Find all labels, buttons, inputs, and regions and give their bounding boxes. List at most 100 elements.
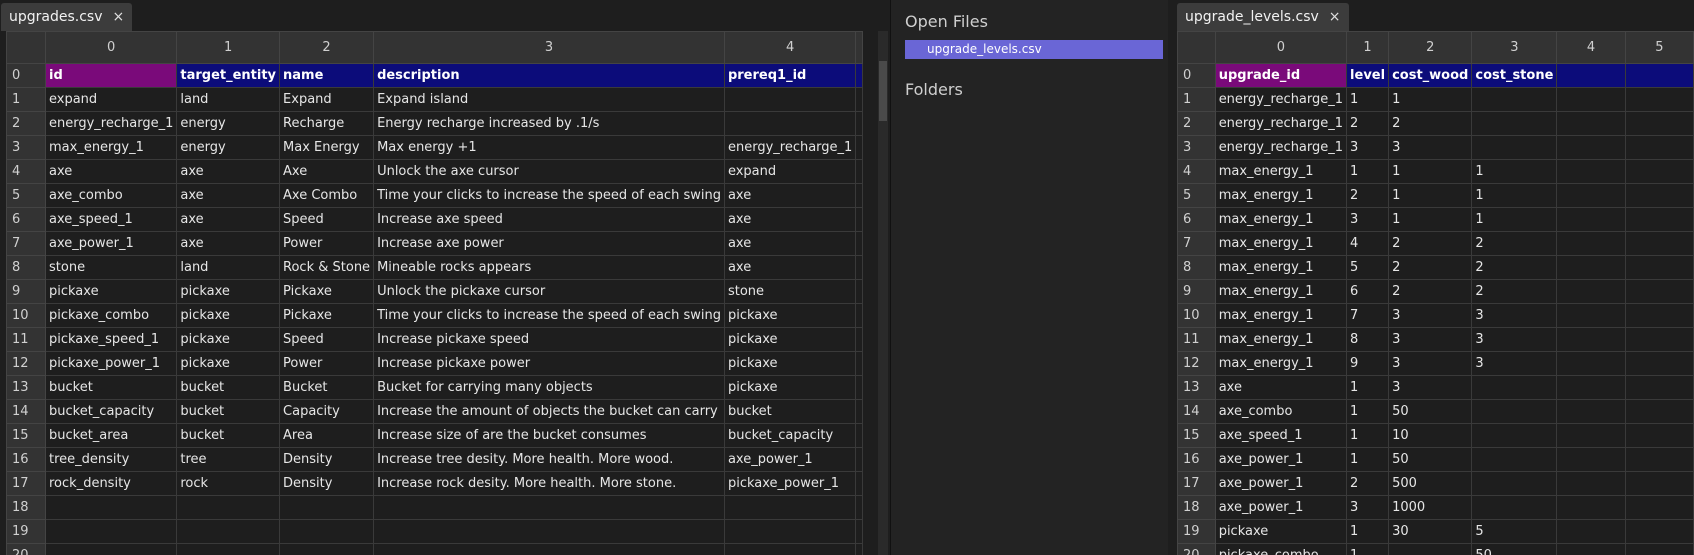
column-header-4[interactable]: 4: [1556, 31, 1626, 64]
grid-cell[interactable]: axe: [1214, 375, 1348, 400]
grid-cell[interactable]: axe_combo: [1214, 399, 1348, 424]
grid-cell[interactable]: Expand: [279, 87, 375, 112]
grid-cell[interactable]: [1624, 543, 1694, 555]
row-number[interactable]: 10: [1177, 303, 1216, 328]
row-number[interactable]: 5: [6, 183, 46, 208]
grid-cell[interactable]: [1624, 183, 1694, 208]
grid-cell[interactable]: energy_recharge_1: [44, 111, 178, 136]
grid-cell[interactable]: axe: [176, 207, 281, 232]
grid-cell[interactable]: pickaxe_power_1: [723, 471, 857, 496]
grid-cell[interactable]: 50: [1471, 543, 1558, 555]
grid-cell[interactable]: axe_combo: [44, 183, 178, 208]
grid-cell[interactable]: axe_speed_1: [44, 207, 178, 232]
grid-cell[interactable]: [1556, 279, 1626, 304]
grid-cell[interactable]: pickaxe: [723, 303, 857, 328]
grid-cell[interactable]: 1: [1346, 159, 1390, 184]
grid-cell[interactable]: max_energy_1: [1214, 255, 1348, 280]
grid-cell[interactable]: 1: [1388, 183, 1473, 208]
row-number[interactable]: 11: [6, 327, 46, 352]
tab-upgrade-levels-csv[interactable]: upgrade_levels.csv ×: [1177, 3, 1349, 31]
grid-cell[interactable]: axe: [723, 207, 857, 232]
grid-cell[interactable]: axe: [176, 183, 281, 208]
grid-cell[interactable]: [1556, 303, 1626, 328]
grid-cell[interactable]: 1000: [1388, 495, 1473, 520]
row-number[interactable]: 0: [6, 63, 46, 88]
grid-cell[interactable]: 6: [1346, 279, 1390, 304]
grid-cell[interactable]: [723, 495, 857, 520]
corner-cell[interactable]: [1177, 31, 1216, 64]
grid-cell[interactable]: rock: [176, 471, 281, 496]
row-number[interactable]: 13: [6, 375, 46, 400]
row-number[interactable]: 18: [1177, 495, 1216, 520]
grid-cell[interactable]: 1: [1346, 375, 1390, 400]
grid-cell[interactable]: 2: [1346, 111, 1390, 136]
grid-cell[interactable]: [1471, 111, 1558, 136]
row-number[interactable]: 19: [1177, 519, 1216, 544]
grid-cell[interactable]: expand: [44, 87, 178, 112]
grid-cell[interactable]: [1556, 471, 1626, 496]
row-number[interactable]: 7: [1177, 231, 1216, 256]
grid-cell[interactable]: [1624, 135, 1694, 160]
grid-cell[interactable]: max_energy_1: [1214, 207, 1348, 232]
grid-cell[interactable]: pickaxe: [176, 327, 281, 352]
column-header-3[interactable]: 3: [1471, 31, 1558, 64]
grid-cell[interactable]: Pickaxe: [279, 303, 375, 328]
grid-cell[interactable]: [44, 519, 178, 544]
grid-cell[interactable]: Capacity: [279, 399, 375, 424]
row-number[interactable]: 1: [1177, 87, 1216, 112]
grid-cell[interactable]: [1624, 63, 1694, 88]
grid-cell[interactable]: axe: [176, 231, 281, 256]
row-number[interactable]: 11: [1177, 327, 1216, 352]
grid-cell[interactable]: [723, 519, 857, 544]
grid-cell[interactable]: [1471, 87, 1558, 112]
grid-cell[interactable]: 1: [1346, 543, 1390, 555]
grid-cell[interactable]: 500: [1388, 471, 1473, 496]
grid-cell[interactable]: [1556, 375, 1626, 400]
grid-cell[interactable]: Time your clicks to increase the speed o…: [373, 303, 725, 328]
column-header-0[interactable]: 0: [44, 31, 178, 64]
grid-cell[interactable]: 3: [1471, 303, 1558, 328]
grid-cell[interactable]: Mineable rocks appears: [373, 255, 725, 280]
grid-cell[interactable]: bucket: [723, 399, 857, 424]
grid-cell[interactable]: [279, 495, 375, 520]
grid-cell[interactable]: bucket: [44, 375, 178, 400]
scrollbar-thumb[interactable]: [879, 61, 887, 121]
grid-cell[interactable]: Increase axe speed: [373, 207, 725, 232]
grid-cell[interactable]: max_energy_1: [1214, 231, 1348, 256]
row-number[interactable]: 2: [1177, 111, 1216, 136]
grid-cell[interactable]: bucket: [176, 375, 281, 400]
grid-cell[interactable]: tree_density: [44, 447, 178, 472]
grid-cell[interactable]: pickaxe_combo: [44, 303, 178, 328]
grid-cell[interactable]: [373, 543, 725, 555]
column-header-4[interactable]: 4: [723, 31, 857, 64]
row-number[interactable]: 18: [6, 495, 46, 520]
grid-cell[interactable]: pickaxe: [723, 375, 857, 400]
grid-cell[interactable]: 50: [1388, 447, 1473, 472]
grid-cell[interactable]: [1556, 495, 1626, 520]
row-number[interactable]: 14: [1177, 399, 1216, 424]
row-number[interactable]: 7: [6, 231, 46, 256]
grid-cell[interactable]: 3: [1388, 135, 1473, 160]
grid-cell[interactable]: pickaxe: [176, 279, 281, 304]
grid-cell[interactable]: [1624, 351, 1694, 376]
grid-cell[interactable]: 3: [1388, 375, 1473, 400]
column-header-2[interactable]: 2: [1388, 31, 1473, 64]
row-number[interactable]: 20: [1177, 543, 1216, 555]
grid-cell[interactable]: [44, 495, 178, 520]
grid-cell[interactable]: [1471, 447, 1558, 472]
grid-cell[interactable]: pickaxe: [44, 279, 178, 304]
grid-cell[interactable]: pickaxe: [176, 351, 281, 376]
grid-cell[interactable]: 3: [1346, 135, 1390, 160]
grid-cell[interactable]: [1624, 471, 1694, 496]
grid-cell[interactable]: 1: [1471, 207, 1558, 232]
grid-cell[interactable]: [279, 543, 375, 555]
grid-cell[interactable]: energy: [176, 135, 281, 160]
grid-cell[interactable]: axe_power_1: [1214, 495, 1348, 520]
tab-upgrades-csv[interactable]: upgrades.csv ×: [1, 3, 133, 31]
grid-cell[interactable]: [1624, 279, 1694, 304]
grid-cell[interactable]: description: [373, 63, 725, 88]
grid-cell[interactable]: 2: [1346, 183, 1390, 208]
close-icon[interactable]: ×: [113, 9, 125, 25]
row-number[interactable]: 12: [6, 351, 46, 376]
grid-cell[interactable]: 1: [1388, 159, 1473, 184]
